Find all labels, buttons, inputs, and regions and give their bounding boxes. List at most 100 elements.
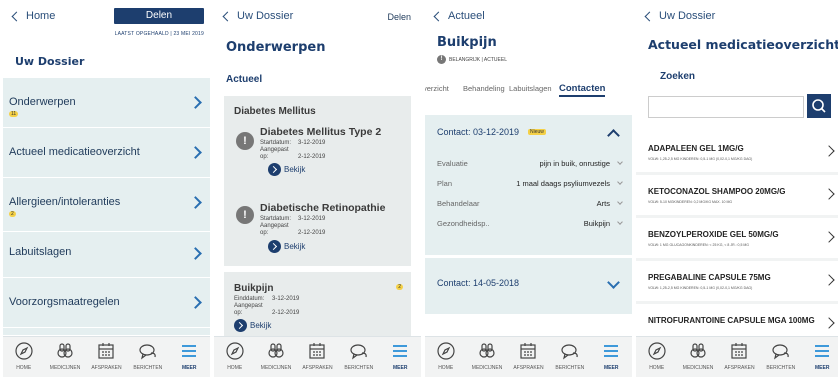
menu-item-label: Labuitslagen — [9, 246, 72, 258]
home-compass-icon — [647, 341, 667, 363]
menu-item-medicatieoverzicht[interactable]: Actueel medicatieoverzicht — [3, 128, 210, 178]
menu-item-onderwerpen[interactable]: Onderwerpen 11 — [3, 78, 210, 128]
row-value: 1 maal daags psyliumvezels — [516, 179, 610, 188]
medication-name: PREGABALINE CAPSULE 75MG — [648, 273, 771, 282]
nav-afspraken[interactable]: AFSPRAKEN — [297, 341, 337, 371]
nav-berichten[interactable]: BERICHTEN — [339, 341, 379, 371]
nav-label: MEDICIJNEN — [682, 365, 714, 371]
tab-labuitslagen[interactable]: Labuitslagen — [509, 84, 552, 93]
nav-meer[interactable]: MEER — [380, 341, 420, 371]
page-title: Actueel medicatieoverzicht — [648, 37, 838, 52]
medication-item[interactable]: ADAPALEEN GEL 1MG/G VOLW: 1,25-2,5 MG KIN… — [636, 132, 838, 172]
chevron-left-icon — [222, 11, 233, 21]
contact-row-gezondheidsprobleem[interactable]: Gezondheidsp.. Buikpijn — [437, 219, 624, 231]
start-label: Startdatum: — [260, 216, 292, 222]
contact-row-behandelaar[interactable]: Behandelaar Arts — [437, 199, 624, 211]
topic-card-buikpijn[interactable]: Buikpijn 2 Einddatum: 3-12-2019 Aangepast… — [224, 272, 411, 337]
medication-item[interactable]: PREGABALINE CAPSULE 75MG VOLW: 1,25-2,5 M… — [636, 261, 838, 301]
back-button[interactable]: Uw Dossier — [644, 10, 716, 22]
chevron-right-icon — [189, 146, 202, 159]
adjusted-label: Aangepast op: — [260, 147, 289, 160]
count-badge: 2 — [396, 284, 403, 290]
nav-label: AFSPRAKEN — [513, 365, 544, 371]
home-compass-icon — [225, 341, 245, 363]
menu-item-label: Actueel medicatieoverzicht — [9, 146, 140, 158]
search-icon — [812, 99, 826, 113]
back-label: Home — [26, 10, 56, 22]
contact-row-plan[interactable]: Plan 1 maal daags psyliumvezels — [437, 179, 624, 191]
nav-label: MEER — [182, 365, 197, 371]
nav-home[interactable]: HOME — [637, 341, 677, 371]
nav-meer[interactable]: MEER — [169, 341, 209, 371]
row-key: Plan — [437, 179, 453, 188]
card-heading: Diabetes Mellitus — [234, 106, 316, 117]
share-button[interactable]: Delen — [387, 12, 411, 22]
nav-afspraken[interactable]: AFSPRAKEN — [86, 341, 126, 371]
back-button[interactable]: Uw Dossier — [222, 10, 294, 22]
share-button[interactable]: Delen — [114, 8, 204, 24]
nav-medicijnen[interactable]: MEDICIJNEN — [256, 341, 296, 371]
medication-name: KETOCONAZOL SHAMPOO 20MG/G — [648, 187, 786, 196]
contact-card-expanded: Contact: 03-12-2019 Nieuw Evaluatie pijn … — [425, 115, 632, 255]
warning-icon: ! — [437, 55, 446, 64]
calendar-icon — [96, 341, 116, 363]
section-heading: Actueel — [226, 74, 263, 85]
start-date: 3-12-2019 — [298, 140, 326, 146]
status-text: BELANGRIJK | ACTUEEL — [449, 56, 507, 63]
menu-item-labuitslagen[interactable]: Labuitslagen — [3, 232, 210, 278]
nav-meer[interactable]: MEER — [802, 341, 838, 371]
contact-heading[interactable]: Contact: 03-12-2019 — [437, 127, 519, 137]
contact-card-collapsed[interactable]: Contact: 14-05-2018 — [425, 258, 632, 314]
contact-row-evaluatie[interactable]: Evaluatie pijn in buik, onrustige — [437, 159, 624, 171]
topic-card-diabetes: Diabetes Mellitus ! Diabetes Mellitus Ty… — [224, 96, 411, 266]
back-button[interactable]: Actueel — [433, 10, 485, 22]
menu-item-voorzorgsmaatregelen[interactable]: Voorzorgsmaatregelen — [3, 278, 210, 328]
nav-home[interactable]: HOME — [215, 341, 255, 371]
dossier-screen: Home Delen LAATST OPGEHAALD | 23 MEI 201… — [3, 0, 210, 377]
chevron-up-icon[interactable] — [607, 129, 620, 142]
adjusted-date: 2-12-2019 — [272, 310, 300, 316]
nav-berichten[interactable]: BERICHTEN — [128, 341, 168, 371]
page-title: Uw Dossier — [15, 55, 85, 68]
medication-list: ADAPALEEN GEL 1MG/G VOLW: 1,25-2,5 MG KIN… — [636, 132, 838, 344]
row-key: Evaluatie — [437, 159, 468, 168]
end-date: 3-12-2019 — [272, 296, 300, 302]
nav-meer[interactable]: MEER — [591, 341, 631, 371]
search-label: Zoeken — [660, 71, 696, 82]
chevron-right-icon — [823, 188, 835, 200]
nav-medicijnen[interactable]: MEDICIJNEN — [467, 341, 507, 371]
dossier-menu-list: Onderwerpen 11 Actueel medicatieoverzich… — [3, 78, 210, 335]
nav-afspraken[interactable]: AFSPRAKEN — [719, 341, 759, 371]
view-button[interactable]: Bekijk — [234, 319, 271, 332]
bottom-nav: HOME MEDICIJNEN AFSPRAKEN BERICHTEN MEER — [3, 336, 210, 377]
tab-contacten[interactable]: Contacten — [559, 83, 606, 97]
row-key: Gezondheidsp.. — [437, 219, 490, 228]
medicine-icon — [55, 341, 75, 363]
menu-item-allergieen[interactable]: Allergieen/intoleranties 2 — [3, 178, 210, 232]
back-label: Uw Dossier — [659, 10, 716, 22]
tab-behandeling[interactable]: Behandeling — [463, 84, 505, 93]
medication-dosage: VOLW: 1 MG GLUCAGONKINDEREN: < 25 KG, < … — [648, 243, 750, 247]
medication-item[interactable]: BENZOYLPEROXIDE GEL 50MG/G VOLW: 1 MG GLU… — [636, 218, 838, 258]
chevron-right-icon — [189, 196, 202, 209]
nav-medicijnen[interactable]: MEDICIJNEN — [45, 341, 85, 371]
nav-home[interactable]: HOME — [4, 341, 44, 371]
back-button[interactable]: Home — [11, 10, 56, 22]
tab-overzicht[interactable]: verzicht — [425, 84, 449, 93]
view-button[interactable]: Bekijk — [268, 240, 305, 253]
nav-label: BERICHTEN — [344, 365, 374, 371]
medicatie-screen: Uw Dossier Actueel medicatieoverzicht Zo… — [636, 0, 838, 377]
nav-berichten[interactable]: BERICHTEN — [761, 341, 801, 371]
back-label: Uw Dossier — [237, 10, 294, 22]
view-button[interactable]: Bekijk — [268, 163, 305, 176]
nav-berichten[interactable]: BERICHTEN — [550, 341, 590, 371]
nav-afspraken[interactable]: AFSPRAKEN — [508, 341, 548, 371]
nav-home[interactable]: HOME — [426, 341, 466, 371]
nav-medicijnen[interactable]: MEDICIJNEN — [678, 341, 718, 371]
search-input[interactable] — [648, 96, 804, 118]
medication-item[interactable]: KETOCONAZOL SHAMPOO 20MG/G VOLW: 5-10 MGK… — [636, 175, 838, 215]
arrow-circle-icon — [234, 319, 247, 332]
nav-label: BERICHTEN — [766, 365, 796, 371]
row-key: Behandelaar — [437, 199, 480, 208]
search-button[interactable] — [807, 94, 831, 118]
